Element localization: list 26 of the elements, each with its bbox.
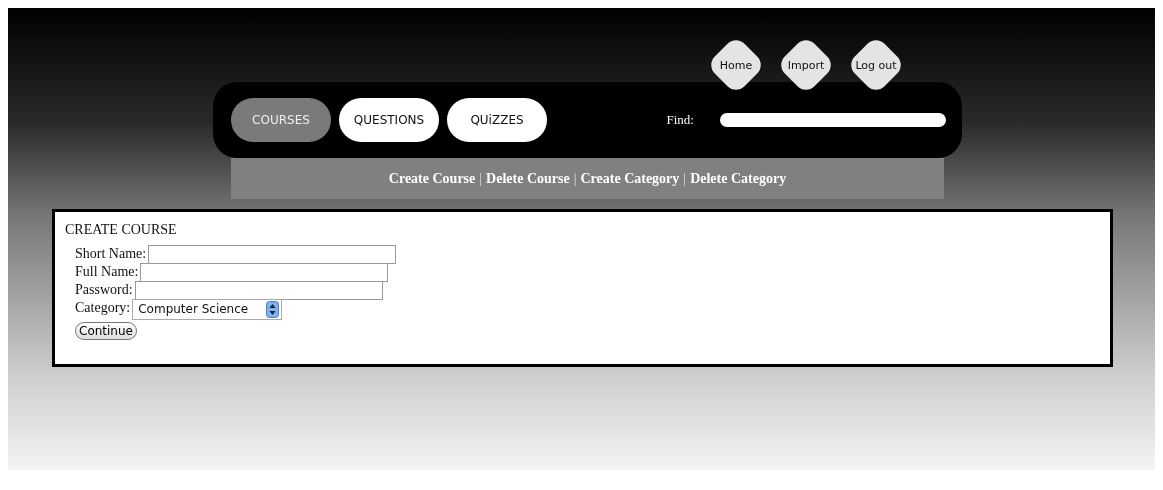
text-field[interactable] <box>148 244 397 264</box>
tab[interactable]: COURSES <box>231 98 331 142</box>
field-label: Password: <box>75 282 133 298</box>
tab[interactable]: QUESTIONS <box>339 98 439 142</box>
continue-button[interactable]: Continue <box>75 322 137 340</box>
menu-link[interactable]: Create Category <box>580 170 680 187</box>
field-label: Full Name: <box>75 264 139 280</box>
field-label: Short Name: <box>75 246 147 262</box>
menu-link[interactable]: Delete Category <box>690 170 787 187</box>
nav-link[interactable]: Log out <box>846 35 906 95</box>
menu-link[interactable]: Delete Course <box>486 170 570 187</box>
separator: | <box>479 170 483 187</box>
nav-link[interactable]: Home <box>706 35 766 95</box>
category-select[interactable]: Computer Science <box>132 298 283 320</box>
form-title: CREATE COURSE <box>65 222 178 238</box>
text-field[interactable] <box>140 262 389 282</box>
tab[interactable]: QUiZZES <box>447 98 547 142</box>
field-label: Category: <box>75 300 131 316</box>
menu-link[interactable]: Create Course <box>388 170 476 187</box>
text-field[interactable] <box>134 280 383 300</box>
separator: | <box>683 170 687 187</box>
separator: | <box>573 170 577 187</box>
search-field[interactable] <box>720 113 946 127</box>
nav-link[interactable]: Import <box>776 35 836 95</box>
find-label: Find: <box>666 112 694 128</box>
dropdown-icon <box>266 300 280 318</box>
